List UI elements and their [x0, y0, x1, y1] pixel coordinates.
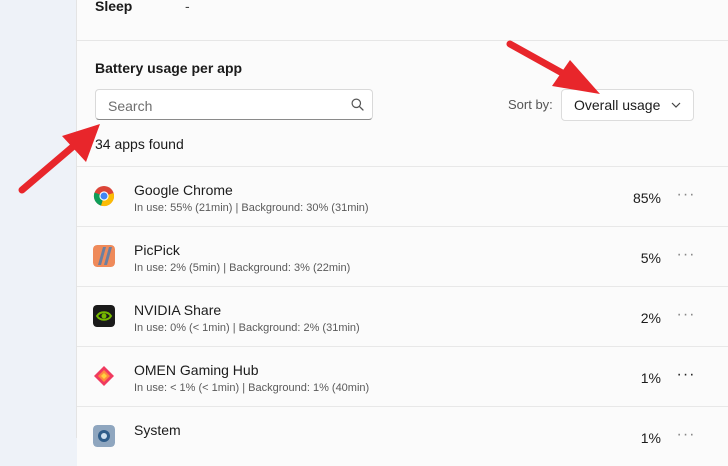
- app-usage-percent: 2%: [640, 310, 661, 326]
- search-input[interactable]: [106, 96, 340, 116]
- system-icon: [93, 425, 115, 447]
- chevron-down-icon: [671, 102, 681, 108]
- app-usage-percent: 5%: [640, 250, 661, 266]
- more-options-icon[interactable]: ···: [676, 427, 696, 445]
- app-usage-detail: In use: < 1% (< 1min) | Background: 1% (…: [134, 382, 370, 394]
- app-name: Google Chrome: [134, 182, 233, 198]
- sort-dropdown[interactable]: Overall usage: [561, 89, 694, 121]
- list-item[interactable]: OMEN Gaming Hub In use: < 1% (< 1min) | …: [77, 346, 728, 406]
- search-box[interactable]: [95, 89, 373, 120]
- battery-settings-panel: Sleep - Battery usage per app Sort by: O…: [76, 0, 728, 466]
- app-list: Google Chrome In use: 55% (21min) | Back…: [77, 166, 728, 466]
- search-icon: [351, 98, 364, 111]
- app-usage-percent: 1%: [640, 370, 661, 386]
- app-usage-detail: In use: 0% (< 1min) | Background: 2% (31…: [134, 322, 360, 334]
- sleep-value: -: [185, 0, 190, 14]
- chrome-icon: [93, 186, 114, 207]
- app-usage-detail: In use: 2% (5min) | Background: 3% (22mi…: [134, 262, 351, 274]
- apps-found-count: 34 apps found: [95, 136, 184, 152]
- more-options-icon[interactable]: ···: [676, 187, 696, 205]
- sleep-label: Sleep: [95, 0, 133, 14]
- app-name: NVIDIA Share: [134, 302, 222, 318]
- more-options-icon[interactable]: ···: [676, 247, 696, 265]
- sort-by-label: Sort by:: [508, 97, 553, 112]
- more-options-icon[interactable]: ···: [676, 367, 696, 385]
- sleep-row: Sleep -: [77, 0, 728, 41]
- app-usage-percent: 85%: [632, 190, 661, 206]
- picpick-icon: [93, 245, 115, 267]
- left-background: [0, 0, 76, 438]
- app-name: PicPick: [134, 242, 180, 258]
- more-options-icon[interactable]: ···: [676, 307, 696, 325]
- app-name: System: [134, 422, 181, 438]
- app-usage-detail: In use: 55% (21min) | Background: 30% (3…: [134, 202, 369, 214]
- omen-icon: [94, 366, 114, 386]
- app-name: OMEN Gaming Hub: [134, 362, 259, 378]
- sort-selected-value: Overall usage: [574, 97, 661, 113]
- list-item[interactable]: System 1% ···: [77, 406, 728, 466]
- section-title: Battery usage per app: [95, 60, 243, 76]
- app-usage-percent: 1%: [640, 430, 661, 446]
- list-item[interactable]: PicPick In use: 2% (5min) | Background: …: [77, 226, 728, 286]
- list-item[interactable]: Google Chrome In use: 55% (21min) | Back…: [77, 166, 728, 226]
- list-item[interactable]: NVIDIA Share In use: 0% (< 1min) | Backg…: [77, 286, 728, 346]
- nvidia-icon: [93, 305, 115, 327]
